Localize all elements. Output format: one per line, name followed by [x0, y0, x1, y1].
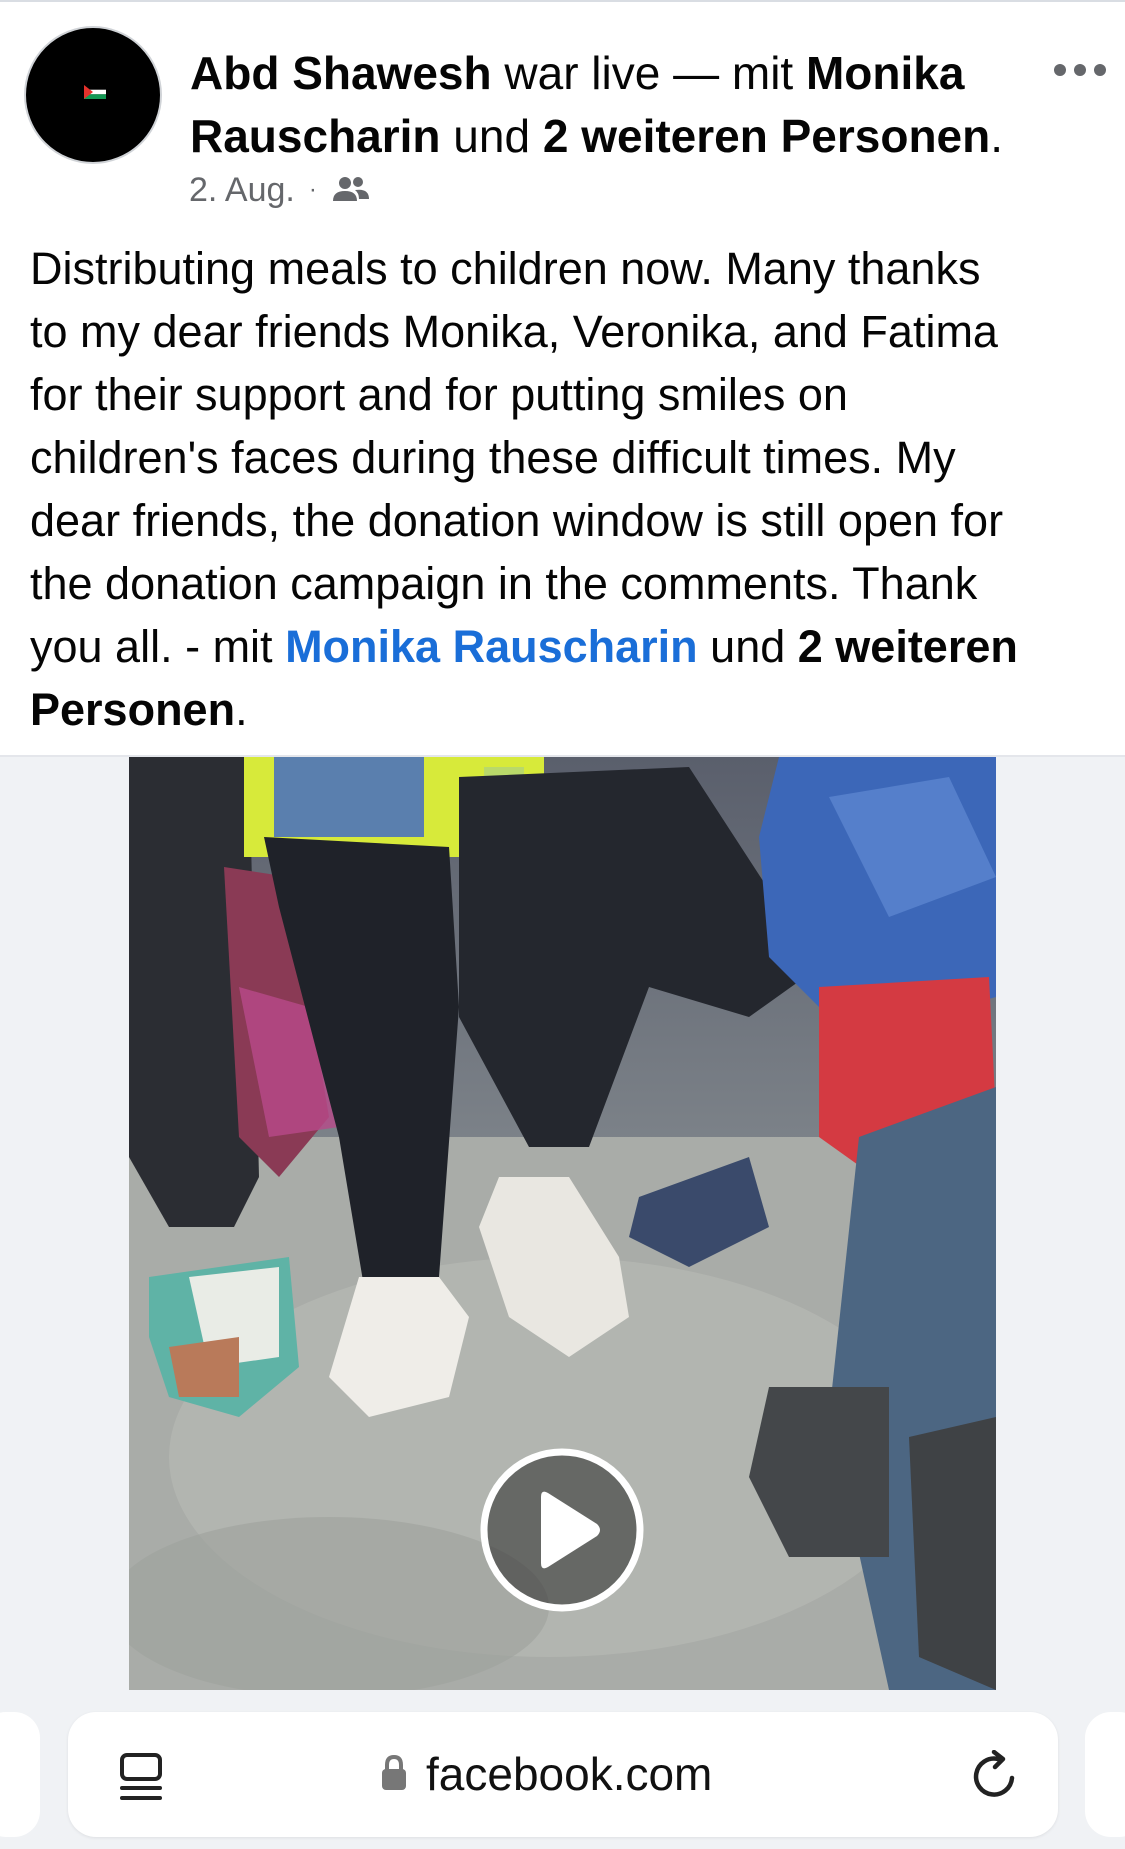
- more-options-icon[interactable]: [1050, 55, 1110, 85]
- and-text: und: [440, 110, 543, 162]
- address-bar[interactable]: facebook.com: [68, 1712, 1058, 1837]
- body-others-link-part2[interactable]: Personen: [30, 684, 235, 735]
- top-divider: [0, 0, 1125, 2]
- post-date[interactable]: 2. Aug.: [189, 171, 295, 210]
- reload-icon[interactable]: [968, 1750, 1020, 1802]
- post-body-text: Distributing meals to children now. Many…: [30, 243, 1004, 672]
- body-others-link-part1[interactable]: 2 weiteren: [798, 621, 1018, 672]
- tagged-person-last-name[interactable]: Rauscharin: [190, 110, 441, 162]
- browser-toolbar: facebook.com: [0, 1690, 1125, 1849]
- url-text[interactable]: facebook.com: [426, 1742, 712, 1806]
- author-name[interactable]: Abd Shawesh: [190, 47, 492, 99]
- lock-icon: [382, 1754, 406, 1790]
- body-and-text: und: [697, 621, 798, 672]
- author-avatar[interactable]: [24, 26, 162, 164]
- palestine-flag-icon: [84, 85, 106, 99]
- body-period: .: [235, 684, 248, 735]
- live-status-text: war live — mit: [491, 47, 806, 99]
- others-link[interactable]: 2 weiteren Personen: [543, 110, 990, 162]
- reader-mode-icon[interactable]: [118, 1752, 164, 1806]
- header-period: .: [990, 110, 1004, 162]
- post-body: Distributing meals to children now. Many…: [30, 237, 1105, 741]
- previous-tab-preview[interactable]: [0, 1712, 40, 1837]
- video-player[interactable]: [129, 757, 996, 1690]
- next-tab-preview[interactable]: [1085, 1712, 1125, 1837]
- tagged-person-first-name[interactable]: Monika: [806, 47, 964, 99]
- post-header: Abd Shawesh war live — mit Monika Rauscha…: [190, 42, 1030, 168]
- friends-icon: [332, 177, 369, 201]
- post-meta: 2. Aug. ·: [189, 168, 371, 212]
- video-container: [0, 755, 1125, 1690]
- tagged-person-link[interactable]: Monika Rauscharin: [285, 621, 698, 672]
- meta-separator: ·: [308, 176, 317, 203]
- play-icon[interactable]: [479, 1447, 645, 1613]
